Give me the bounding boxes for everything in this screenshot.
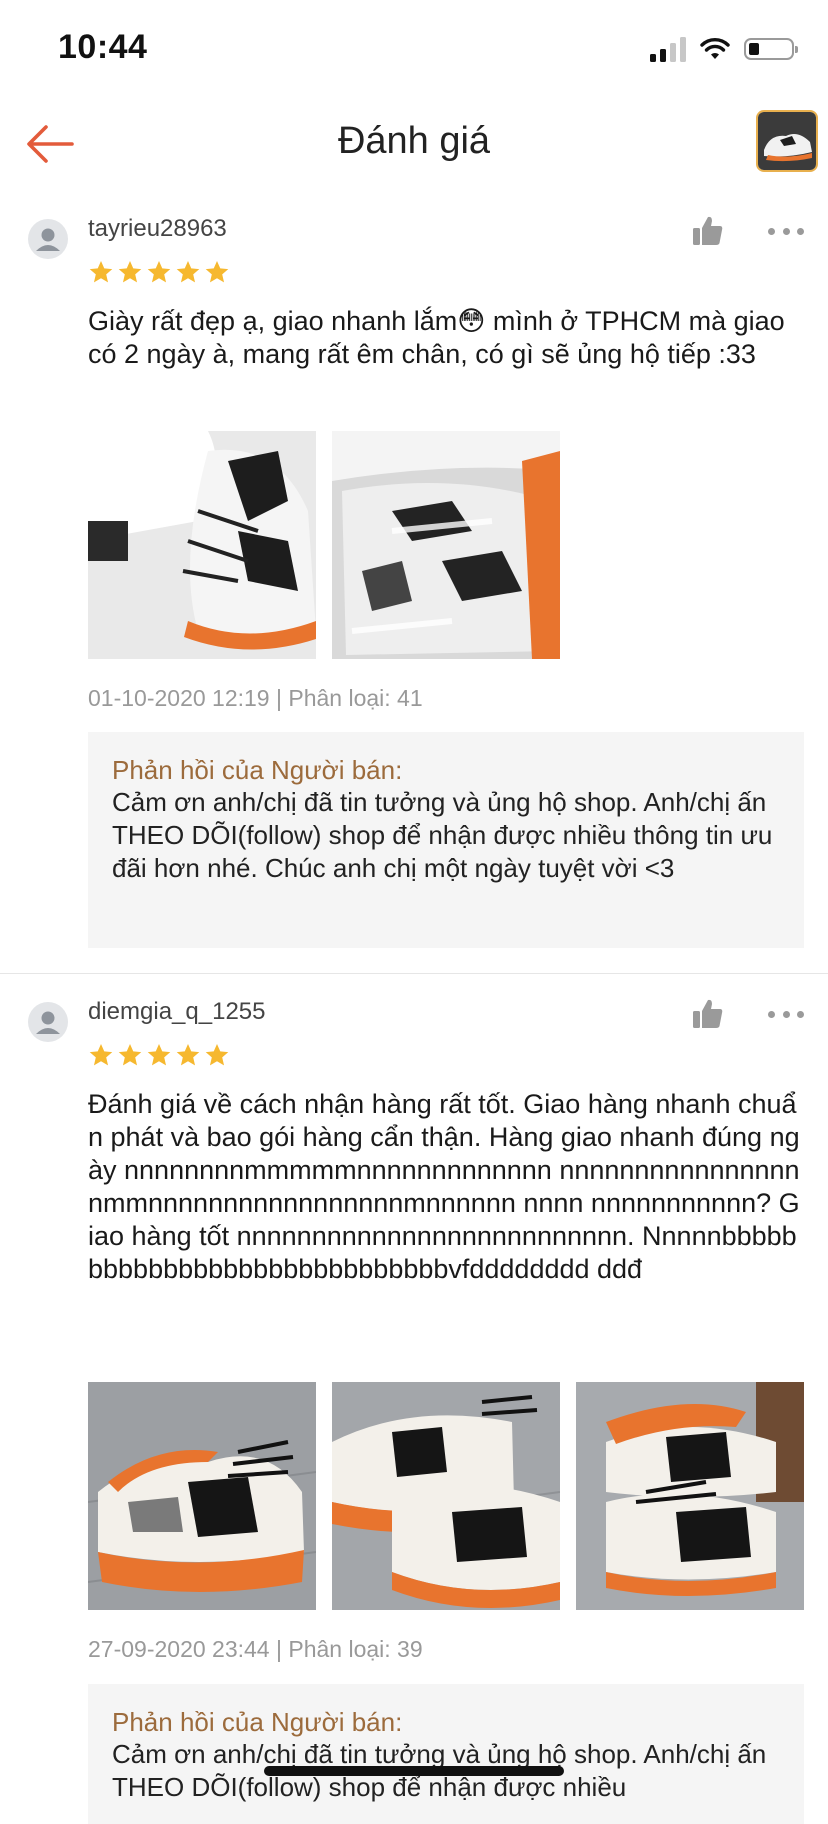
user-avatar-icon[interactable] [28, 219, 68, 259]
review-username[interactable]: diemgia_q_1255 [88, 998, 265, 1026]
review-photo[interactable] [332, 431, 560, 659]
seller-reply: Phản hồi của Người bán: Cảm ơn anh/chị đ… [88, 732, 804, 948]
more-dots-icon[interactable] [768, 1002, 804, 1026]
sneaker-image [758, 112, 816, 170]
review-item: diemgia_q_1255 Đánh giá về cách nhận hàn… [0, 988, 828, 1824]
seller-reply-title: Phản hồi của Người bán: [112, 1707, 403, 1737]
star-rating [88, 259, 230, 285]
review-meta: 01-10-2020 12:19 | Phân loại: 41 [88, 685, 423, 711]
star-icon [176, 1043, 200, 1066]
star-icon [205, 1043, 229, 1066]
star-icon [147, 1043, 171, 1066]
review-photo[interactable] [88, 1382, 316, 1610]
review-text: Đánh giá về cách nhận hàng rất tốt. Giao… [88, 1089, 800, 1284]
product-thumbnail[interactable] [756, 110, 818, 172]
wifi-icon [700, 38, 730, 59]
user-avatar-icon[interactable] [28, 1002, 68, 1042]
home-indicator[interactable] [264, 1766, 564, 1776]
status-icons [650, 34, 798, 64]
status-bar: 10:44 [0, 0, 828, 100]
review-meta: 27-09-2020 23:44 | Phân loại: 39 [88, 1636, 423, 1662]
star-icon [118, 260, 142, 283]
star-icon [118, 1043, 142, 1066]
review-photo[interactable] [88, 431, 316, 659]
seller-reply-text: Cảm ơn anh/chị đã tin tưởng và ủng hộ sh… [112, 787, 773, 883]
review-photo[interactable] [576, 1382, 804, 1610]
like-button[interactable] [690, 213, 726, 249]
review-username[interactable]: tayrieu28963 [88, 215, 227, 243]
like-button[interactable] [690, 996, 726, 1032]
nav-bar: Đánh giá [0, 100, 828, 190]
thumbs-up-icon [693, 216, 723, 245]
more-dots-icon[interactable] [768, 219, 804, 243]
status-time: 10:44 [58, 28, 148, 66]
thumbs-up-icon [693, 999, 723, 1028]
seller-reply: Phản hồi của Người bán: Cảm ơn anh/chị đ… [88, 1684, 804, 1824]
star-icon [147, 260, 171, 283]
page-title: Đánh giá [337, 120, 491, 162]
review-photo[interactable] [332, 1382, 560, 1610]
review-photos [88, 431, 560, 659]
review-text: Giày rất đẹp ạ, giao nhanh lắm😳 mình ở T… [88, 306, 785, 369]
star-icon [176, 260, 200, 283]
review-photos [88, 1382, 804, 1610]
review-item: tayrieu28963 Giày rất đẹp ạ, giao nhanh … [0, 205, 828, 974]
star-icon [89, 260, 113, 283]
star-rating [88, 1042, 230, 1068]
seller-reply-title: Phản hồi của Người bán: [112, 755, 403, 785]
battery-icon [744, 38, 798, 60]
signal-icon [650, 36, 686, 62]
star-icon [205, 260, 229, 283]
star-icon [89, 1043, 113, 1066]
